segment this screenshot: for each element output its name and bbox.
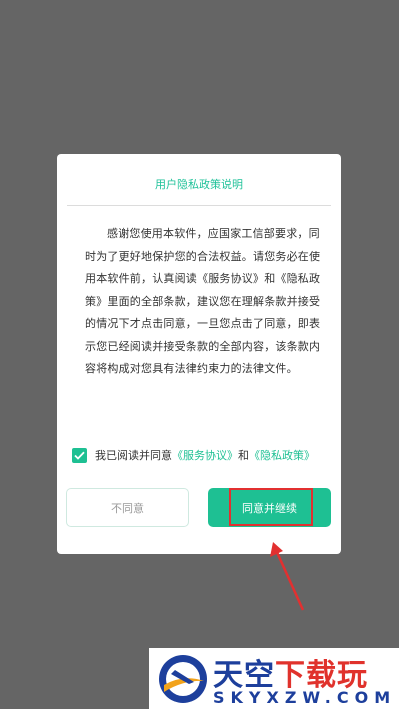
watermark: 天空下载玩 SKYXZW.COM (149, 648, 399, 709)
highlight-box (229, 488, 313, 526)
site-logo-icon (159, 655, 207, 703)
service-agreement-link[interactable]: 《服务协议》 (172, 447, 238, 463)
agree-checkbox[interactable] (72, 447, 87, 463)
annotation-arrow-icon (270, 542, 305, 611)
agree-row: 我已阅读并同意 《服务协议》 和 《隐私政策》 (72, 446, 333, 464)
disagree-button[interactable]: 不同意 (66, 488, 189, 527)
and-text: 和 (238, 449, 249, 462)
privacy-description: 感谢您使用本软件，应国家工信部要求，同时为了更好地保护您的合法权益。请您务必在使… (85, 227, 321, 375)
privacy-policy-link[interactable]: 《隐私政策》 (249, 447, 315, 463)
check-icon (74, 451, 85, 460)
dialog-title: 用户隐私政策说明 (155, 178, 243, 191)
title-divider (67, 205, 331, 206)
agree-text: 我已阅读并同意 (95, 449, 172, 462)
watermark-domain: SKYXZW.COM (213, 688, 397, 707)
